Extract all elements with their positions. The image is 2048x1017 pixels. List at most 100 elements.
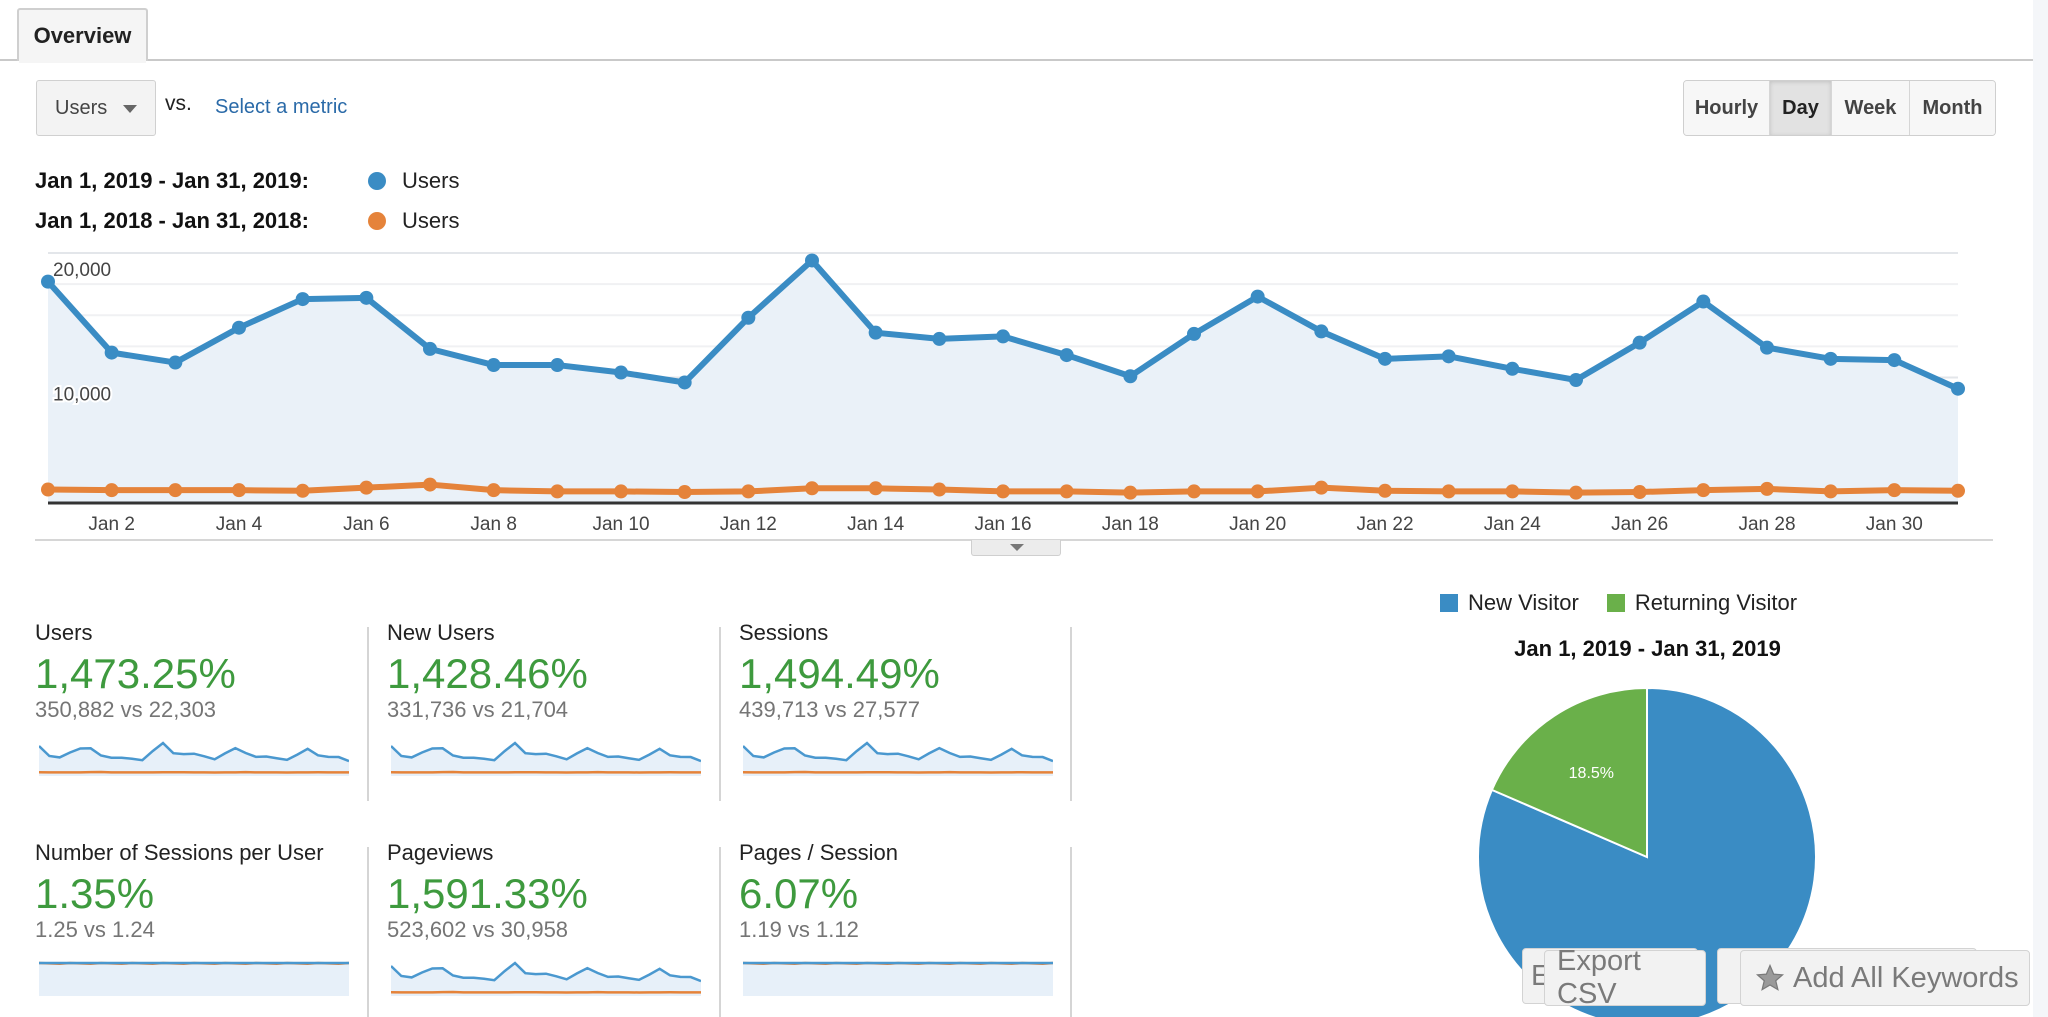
- data-point[interactable]: [932, 482, 947, 497]
- data-point[interactable]: [168, 483, 183, 498]
- data-point[interactable]: [41, 274, 55, 289]
- data-point[interactable]: [1250, 289, 1265, 304]
- period-day-button[interactable]: Day: [1770, 81, 1832, 135]
- data-point[interactable]: [996, 484, 1010, 499]
- data-point[interactable]: [1505, 361, 1520, 376]
- data-point[interactable]: [1632, 485, 1647, 500]
- vs-label: vs.: [165, 92, 192, 115]
- data-point[interactable]: [932, 331, 947, 346]
- data-point[interactable]: [996, 329, 1010, 344]
- data-point[interactable]: [1441, 484, 1456, 499]
- select-metric-link[interactable]: Select a metric: [215, 96, 347, 119]
- metric-card-new-users[interactable]: New Users 1,428.46% 331,736 vs 21,704: [387, 620, 717, 795]
- data-point[interactable]: [1378, 483, 1392, 498]
- data-point[interactable]: [1441, 349, 1456, 364]
- period-month-button[interactable]: Month: [1910, 81, 1995, 135]
- metric-dropdown[interactable]: Users: [36, 80, 156, 136]
- y-tick-label: 10,000: [53, 385, 111, 406]
- data-point[interactable]: [232, 483, 246, 498]
- data-point[interactable]: [1505, 484, 1520, 499]
- data-point[interactable]: [1187, 326, 1201, 341]
- users-line-chart[interactable]: 10,000 20,000 Jan 2 Jan 4 Jan 6 Jan 8 Jan 10 J…: [0, 240, 2033, 560]
- data-point[interactable]: [423, 477, 437, 492]
- metric-card-pages-per-session[interactable]: Pages / Session 6.07% 1.19 vs 1.12: [739, 840, 1069, 1015]
- data-point[interactable]: [1059, 484, 1074, 499]
- data-point[interactable]: [1696, 294, 1711, 309]
- data-point[interactable]: [1696, 483, 1711, 498]
- x-tick-label: Jan 6: [343, 514, 389, 535]
- data-point[interactable]: [423, 341, 437, 356]
- sparkline: [39, 961, 349, 996]
- pie-legend-label: New Visitor: [1468, 590, 1579, 615]
- data-point[interactable]: [41, 482, 55, 497]
- export-csv-button[interactable]: Export CSV: [1544, 945, 1706, 1010]
- data-point[interactable]: [1314, 480, 1329, 495]
- data-point[interactable]: [1823, 484, 1838, 499]
- data-point[interactable]: [614, 365, 628, 380]
- column-divider: [367, 627, 369, 801]
- data-point[interactable]: [1569, 485, 1583, 500]
- data-point[interactable]: [868, 325, 883, 340]
- tab-overview-label: Overview: [33, 22, 132, 48]
- data-point[interactable]: [1378, 351, 1392, 366]
- data-point[interactable]: [295, 292, 310, 307]
- data-point[interactable]: [741, 484, 756, 499]
- data-point[interactable]: [805, 253, 819, 268]
- sparkline: [39, 741, 349, 776]
- x-tick-label: Jan 28: [1738, 514, 1795, 535]
- data-point[interactable]: [1951, 381, 1965, 396]
- data-point[interactable]: [295, 483, 310, 498]
- data-point[interactable]: [614, 484, 628, 499]
- data-point[interactable]: [1123, 369, 1138, 384]
- data-point[interactable]: [104, 345, 119, 360]
- metric-change: 6.07%: [739, 870, 859, 917]
- data-point[interactable]: [1632, 335, 1647, 350]
- pie-date-range: Jan 1, 2019 - Jan 31, 2019: [1514, 636, 1781, 661]
- data-point[interactable]: [232, 320, 246, 335]
- metric-card-pageviews[interactable]: Pageviews 1,591.33% 523,602 vs 30,958: [387, 840, 717, 1015]
- export-csv-label: Export CSV: [1557, 945, 1641, 1010]
- data-point[interactable]: [104, 483, 119, 498]
- data-point[interactable]: [1823, 351, 1838, 366]
- chart-collapse-handle[interactable]: [971, 540, 1061, 556]
- metric-card-sessions[interactable]: Sessions 1,494.49% 439,713 vs 27,577: [739, 620, 1069, 795]
- metric-compare: 1.25 vs 1.24: [35, 917, 155, 942]
- metric-change: 1,494.49%: [739, 650, 940, 697]
- data-point[interactable]: [1314, 324, 1329, 339]
- legend-date-range: Jan 1, 2018 - Jan 31, 2018:: [35, 208, 309, 233]
- metric-card-users[interactable]: Users 1,473.25% 350,882 vs 22,303: [35, 620, 365, 795]
- data-point[interactable]: [868, 481, 883, 496]
- legend-previous-period: Jan 1, 2018 - Jan 31, 2018: Users: [35, 208, 459, 234]
- metric-card-sessions-per-user[interactable]: Number of Sessions per User 1.35% 1.25 v…: [35, 840, 365, 1015]
- add-all-keywords-button[interactable]: Add All Keywords: [1740, 950, 2030, 1006]
- data-point[interactable]: [486, 483, 501, 498]
- data-point[interactable]: [1059, 348, 1074, 363]
- period-hourly-button[interactable]: Hourly: [1684, 81, 1770, 135]
- data-point[interactable]: [1187, 484, 1201, 499]
- data-point[interactable]: [677, 485, 692, 500]
- tab-overview[interactable]: Overview: [17, 8, 148, 63]
- data-point[interactable]: [1887, 483, 1902, 498]
- data-point[interactable]: [805, 481, 819, 496]
- data-point[interactable]: [168, 355, 183, 370]
- data-point[interactable]: [1250, 484, 1265, 499]
- data-point[interactable]: [741, 310, 756, 325]
- data-point[interactable]: [1887, 353, 1902, 368]
- data-point[interactable]: [1760, 481, 1774, 496]
- x-tick-label: Jan 20: [1229, 514, 1286, 535]
- data-point[interactable]: [550, 358, 565, 373]
- data-point[interactable]: [1951, 483, 1965, 498]
- data-point[interactable]: [1569, 372, 1583, 387]
- data-point[interactable]: [677, 375, 692, 390]
- x-tick-label: Jan 12: [720, 514, 777, 535]
- data-point[interactable]: [1760, 340, 1774, 355]
- metric-change: 1.35%: [35, 870, 155, 917]
- x-tick-label: Jan 2: [88, 514, 134, 535]
- legend-metric: Users: [402, 208, 460, 233]
- data-point[interactable]: [486, 358, 501, 373]
- data-point[interactable]: [359, 480, 374, 495]
- period-week-button[interactable]: Week: [1832, 81, 1910, 135]
- data-point[interactable]: [1123, 485, 1138, 500]
- data-point[interactable]: [550, 484, 565, 499]
- data-point[interactable]: [359, 290, 374, 305]
